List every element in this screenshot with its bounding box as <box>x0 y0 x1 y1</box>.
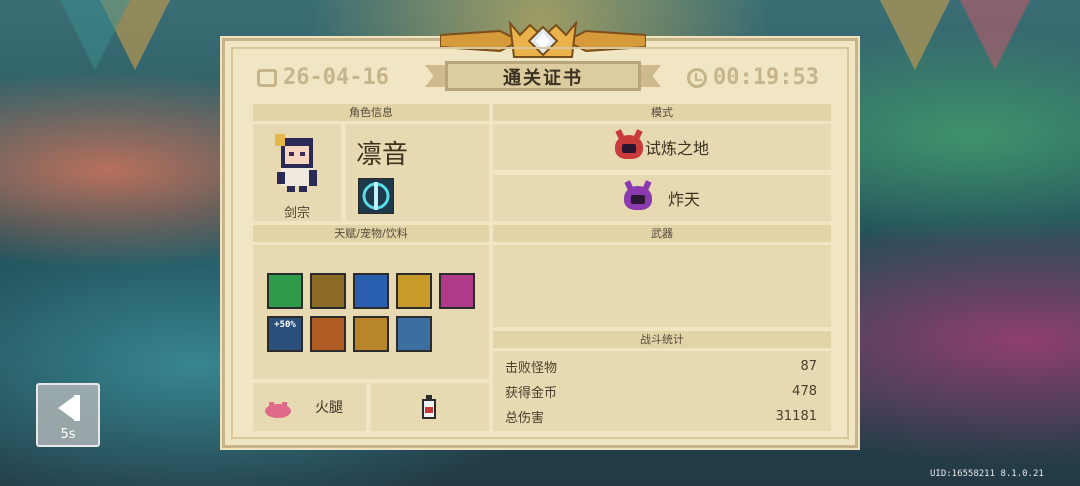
clear-time: 00:19:53 <box>687 65 819 90</box>
character-name: 凛音 <box>356 140 409 170</box>
mode-secondary-label: 炸天 <box>667 190 700 209</box>
pet-panel: 火腿 <box>253 383 366 431</box>
stat-value: 31181 <box>775 408 817 424</box>
percent-buff-icon: +50% <box>267 316 303 352</box>
trial-ground-mode-icon <box>614 135 643 159</box>
time-value: 00:19:53 <box>713 65 819 90</box>
buffs-panel: +50% <box>253 245 489 379</box>
section-weapon: 武器 <box>493 225 831 242</box>
meditation-buff-icon <box>396 316 432 352</box>
section-combat-stats: 战斗统计 <box>493 331 831 348</box>
stat-row-damage: 总伤害 31181 <box>505 405 817 427</box>
drink-panel <box>371 383 489 431</box>
character-portrait-icon <box>275 134 317 192</box>
date-value: 26-04-16 <box>283 65 389 90</box>
blue-orb-buff-icon <box>353 273 389 309</box>
clock-icon <box>687 67 708 88</box>
mode-secondary-panel: 炸天 <box>493 175 831 221</box>
back-button[interactable]: 5s <box>36 383 100 447</box>
certificate-title-ribbon: 通关证书 <box>425 61 661 93</box>
pet-name: 火腿 <box>315 400 343 416</box>
character-skill-icon <box>358 178 394 214</box>
clear-date: 26-04-16 <box>257 65 389 90</box>
stat-label: 击败怪物 <box>505 360 558 376</box>
section-buffs: 天赋/宠物/饮料 <box>253 225 489 242</box>
back-arrow-bar <box>74 395 80 421</box>
uid-version-label: UID:16558211 8.1.0.21 <box>930 469 1044 479</box>
mode-primary-label: 试炼之地 <box>644 139 709 158</box>
fist-buff-icon <box>310 316 346 352</box>
bg-banner <box>960 0 1030 70</box>
clear-certificate-card: 26-04-16 通关证书 00:19:53 角色信息 剑宗 凛音 模式 试炼之… <box>222 21 858 448</box>
weapon-panel <box>493 245 831 327</box>
back-countdown: 5s <box>60 427 76 442</box>
combat-stats-panel: 击败怪物 87 获得金币 478 总伤害 31181 <box>493 351 831 431</box>
certificate-title: 通关证书 <box>503 68 583 89</box>
boss-mode-icon <box>623 186 652 210</box>
percent-buff-label: +50% <box>274 320 296 330</box>
drink-bottle-icon <box>422 395 436 419</box>
bg-banner <box>880 0 950 70</box>
lightning-buff-icon <box>310 273 346 309</box>
stat-label: 总伤害 <box>505 410 545 426</box>
stat-row-kills: 击败怪物 87 <box>505 355 817 377</box>
stat-label: 获得金币 <box>505 385 558 401</box>
character-class: 剑宗 <box>283 206 310 221</box>
fire-shield-buff-icon <box>353 316 389 352</box>
pig-pet-icon <box>265 402 291 418</box>
pink-heart-buff-icon <box>439 273 475 309</box>
gold-shield-buff-icon <box>396 273 432 309</box>
calendar-icon <box>257 68 277 87</box>
character-name-panel: 凛音 <box>346 124 489 221</box>
stat-value: 478 <box>792 383 817 399</box>
stat-value: 87 <box>800 358 817 374</box>
mode-primary-panel: 试炼之地 <box>493 124 831 170</box>
shield-green-buff-icon <box>267 273 303 309</box>
crown-emblem-icon <box>440 21 646 58</box>
character-portrait-panel: 剑宗 <box>253 124 341 221</box>
section-character-info: 角色信息 <box>253 104 489 121</box>
section-mode: 模式 <box>493 104 831 121</box>
stat-row-gold: 获得金币 478 <box>505 380 817 402</box>
